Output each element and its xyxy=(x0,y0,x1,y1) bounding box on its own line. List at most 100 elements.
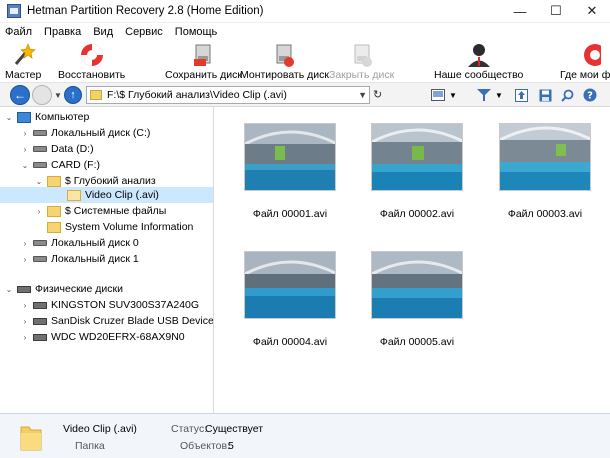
up-arrow-icon[interactable]: ↑ xyxy=(64,86,82,104)
physical-disk-icon xyxy=(33,333,47,341)
restore-label: Восстановить xyxy=(58,69,126,81)
tree-label: System Volume Information xyxy=(65,221,194,233)
file-name[interactable]: Файл 00003.avi xyxy=(485,208,605,220)
where-files-button[interactable]: Где мои фа xyxy=(560,41,610,83)
maximize-button[interactable]: ☐ xyxy=(538,0,574,22)
collapse-chevron-icon[interactable]: ⌄ xyxy=(4,285,14,294)
title-bar: Hetman Partition Recovery 2.8 (Home Edit… xyxy=(0,0,610,23)
tree-item-data-d[interactable]: › Data (D:) xyxy=(20,141,94,157)
file-thumbnail[interactable] xyxy=(371,123,463,191)
tree-item-local-c[interactable]: › Локальный диск (C:) xyxy=(20,125,151,141)
file-thumbnail[interactable] xyxy=(499,123,591,191)
tree-label: KINGSTON SUV300S37A240G xyxy=(51,299,200,311)
tree-label: $ Глубокий анализ xyxy=(65,175,156,187)
expand-chevron-icon[interactable]: › xyxy=(20,255,30,264)
filter-icon xyxy=(477,89,492,101)
tree-item-local-1[interactable]: › Локальный диск 1 xyxy=(20,251,139,267)
save-icon[interactable] xyxy=(537,87,553,103)
folder-icon xyxy=(47,205,61,217)
mount-disk-icon xyxy=(276,44,295,67)
video-frame-image xyxy=(500,124,590,190)
expand-chevron-icon[interactable]: › xyxy=(20,239,30,248)
file-thumbnail[interactable] xyxy=(244,123,336,191)
tree-item-sandisk[interactable]: › SanDisk Cruzer Blade USB Device xyxy=(20,313,213,329)
collapse-chevron-icon[interactable]: ⌄ xyxy=(34,177,44,186)
mount-disk-button[interactable]: Монтировать диск xyxy=(240,41,329,83)
collapse-chevron-icon[interactable]: ⌄ xyxy=(4,113,14,122)
tree-item-computer[interactable]: ⌄ Компьютер xyxy=(4,109,90,125)
view-mode-button[interactable]: ▼ xyxy=(430,87,458,103)
tree-label: Компьютер xyxy=(35,111,90,123)
lifebuoy-icon xyxy=(80,44,103,66)
video-frame-image xyxy=(245,252,335,318)
status-label: Статус: xyxy=(171,423,208,435)
tree-item-system-files[interactable]: › $ Системные файлы xyxy=(34,203,167,219)
expand-chevron-icon[interactable]: › xyxy=(20,301,30,310)
file-name[interactable]: Файл 00004.avi xyxy=(230,336,350,348)
history-dropdown-icon[interactable]: ▼ xyxy=(54,91,62,100)
minimize-button[interactable]: — xyxy=(502,0,538,22)
tree-label: Локальный диск 1 xyxy=(51,253,139,265)
master-button[interactable]: Мастер xyxy=(5,41,41,83)
computer-icon xyxy=(17,111,31,123)
toolbar: Мастер Восстановить Сохранить диск Монти… xyxy=(0,41,610,83)
tree-item-kingston[interactable]: › KINGSTON SUV300S37A240G xyxy=(20,297,199,313)
drive-icon xyxy=(33,130,47,136)
save-disk-label: Сохранить диск xyxy=(165,69,242,81)
restore-button[interactable]: Восстановить xyxy=(58,41,125,83)
drive-icon xyxy=(33,162,47,168)
refresh-icon[interactable]: ↻ xyxy=(373,88,382,101)
file-name[interactable]: Файл 00002.avi xyxy=(357,208,477,220)
expand-chevron-icon[interactable]: › xyxy=(20,129,30,138)
app-icon xyxy=(7,4,21,18)
tree-item-card-f[interactable]: ⌄ CARD (F:) xyxy=(20,157,100,173)
master-label: Мастер xyxy=(5,69,42,81)
tree-item-wdc[interactable]: › WDC WD20EFRX-68AX9N0 xyxy=(20,329,185,345)
view-mode-icon xyxy=(431,89,446,101)
file-name[interactable]: Файл 00005.avi xyxy=(357,336,477,348)
menu-service[interactable]: Сервис xyxy=(125,26,163,38)
address-input[interactable]: F:\$ Глубокий анализ\Video Clip (.avi) ▼ xyxy=(86,86,370,104)
community-button[interactable]: Наше сообщество xyxy=(434,41,523,83)
help-icon[interactable]: ? xyxy=(582,87,598,103)
menu-edit[interactable]: Правка xyxy=(44,26,81,38)
filter-button[interactable]: ▼ xyxy=(476,87,504,103)
menu-file[interactable]: Файл xyxy=(5,26,32,38)
tree-item-svi[interactable]: System Volume Information xyxy=(44,219,193,235)
tree-item-physical-disks[interactable]: ⌄ Физические диски xyxy=(4,281,123,297)
help-ring-icon xyxy=(584,44,602,66)
status-bar: Video Clip (.avi) Папка Статус: Существу… xyxy=(0,413,610,458)
collapse-chevron-icon[interactable]: ⌄ xyxy=(20,161,30,170)
community-label: Наше сообщество xyxy=(434,69,524,81)
selected-name: Video Clip (.avi) xyxy=(63,423,137,435)
upload-icon[interactable] xyxy=(513,87,529,103)
expand-chevron-icon[interactable]: › xyxy=(20,333,30,342)
tree-item-local-0[interactable]: › Локальный диск 0 xyxy=(20,235,139,251)
file-thumbnail[interactable] xyxy=(371,251,463,319)
objects-label: Объектов: xyxy=(180,440,230,452)
drive-icon xyxy=(33,256,47,262)
save-disk-button[interactable]: Сохранить диск xyxy=(165,41,242,83)
file-name[interactable]: Файл 00001.avi xyxy=(230,208,350,220)
forward-arrow-icon[interactable] xyxy=(32,85,52,105)
tree-label: Data (D:) xyxy=(51,143,94,155)
address-dropdown-icon[interactable]: ▼ xyxy=(358,90,367,100)
close-button[interactable]: ✕ xyxy=(574,0,610,22)
tree-item-video-clip[interactable]: Video Clip (.avi) xyxy=(0,187,213,203)
close-disk-button[interactable]: Закрыть диск xyxy=(329,41,394,83)
video-frame-image xyxy=(245,124,335,190)
back-arrow-icon[interactable]: ← xyxy=(10,85,30,105)
address-path: F:\$ Глубокий анализ\Video Clip (.avi) xyxy=(107,89,287,101)
menu-help[interactable]: Помощь xyxy=(175,26,218,38)
physical-disk-icon xyxy=(17,285,31,293)
where-files-label: Где мои фа xyxy=(560,69,610,81)
file-thumbnail[interactable] xyxy=(244,251,336,319)
expand-chevron-icon[interactable]: › xyxy=(20,317,30,326)
menu-view[interactable]: Вид xyxy=(93,26,113,38)
expand-chevron-icon[interactable]: › xyxy=(34,207,44,216)
tree-label: Локальный диск 0 xyxy=(51,237,139,249)
status-value: Существует xyxy=(205,423,264,435)
expand-chevron-icon[interactable]: › xyxy=(20,145,30,154)
search-icon[interactable] xyxy=(559,87,575,103)
tree-label: WDC WD20EFRX-68AX9N0 xyxy=(51,331,185,343)
